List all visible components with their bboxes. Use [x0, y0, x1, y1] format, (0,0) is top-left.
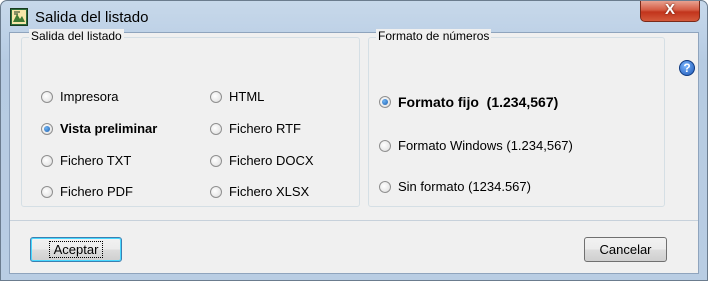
divider: [10, 220, 698, 221]
radio-fichero-pdf[interactable]: Fichero PDF: [41, 184, 133, 199]
radio-button-icon[interactable]: [379, 180, 391, 193]
radio-label: Sin formato (1234.567): [398, 179, 531, 194]
radio-label: Fichero PDF: [60, 184, 133, 199]
radio-button-icon[interactable]: [210, 90, 222, 103]
app-icon: [10, 8, 28, 26]
radio-button-icon[interactable]: [379, 139, 391, 152]
cancel-button[interactable]: Cancelar: [584, 237, 667, 262]
radio-vista-preliminar[interactable]: Vista preliminar: [41, 121, 157, 136]
radio-label: Fichero XLSX: [229, 184, 310, 199]
radio-button-icon[interactable]: [210, 185, 222, 198]
radio-label: HTML: [229, 89, 265, 104]
radio-label: Formato fijo (1.234,567): [398, 94, 559, 110]
cancel-button-label: Cancelar: [599, 242, 652, 257]
radio-impresora[interactable]: Impresora: [41, 89, 119, 104]
radio-fichero-xlsx[interactable]: Fichero XLSX: [210, 184, 309, 199]
radio-formato-fijo[interactable]: Formato fijo (1.234,567): [379, 94, 558, 110]
radio-label: Formato Windows (1.234,567): [398, 138, 573, 153]
radio-sin-formato[interactable]: Sin formato (1234.567): [379, 179, 531, 194]
radio-button-icon[interactable]: [41, 90, 53, 103]
window-title: Salida del listado: [35, 9, 149, 26]
radio-button-selected-icon[interactable]: [41, 122, 53, 135]
close-button[interactable]: X: [640, 1, 700, 22]
radio-button-icon[interactable]: [41, 185, 53, 198]
accept-button-label: Aceptar: [48, 241, 104, 258]
radio-formato-windows[interactable]: Formato Windows (1.234,567): [379, 138, 573, 153]
output-group-label: Salida del listado: [29, 29, 124, 43]
accept-button[interactable]: Aceptar: [30, 237, 122, 262]
radio-fichero-docx[interactable]: Fichero DOCX: [210, 153, 314, 168]
radio-label: Impresora: [60, 89, 119, 104]
help-icon[interactable]: ?: [679, 60, 695, 76]
radio-label: Fichero TXT: [60, 153, 132, 168]
radio-button-selected-icon[interactable]: [379, 96, 391, 108]
radio-html[interactable]: HTML: [210, 89, 264, 104]
radio-button-icon[interactable]: [41, 154, 53, 167]
radio-label: Fichero DOCX: [229, 153, 314, 168]
radio-button-icon[interactable]: [210, 122, 222, 135]
radio-fichero-txt[interactable]: Fichero TXT: [41, 153, 131, 168]
close-icon: X: [664, 1, 675, 18]
radio-label: Vista preliminar: [60, 121, 158, 136]
radio-button-icon[interactable]: [210, 154, 222, 167]
radio-label: Fichero RTF: [229, 121, 301, 136]
radio-fichero-rtf[interactable]: Fichero RTF: [210, 121, 301, 136]
number-format-group-label: Formato de números: [376, 29, 492, 43]
